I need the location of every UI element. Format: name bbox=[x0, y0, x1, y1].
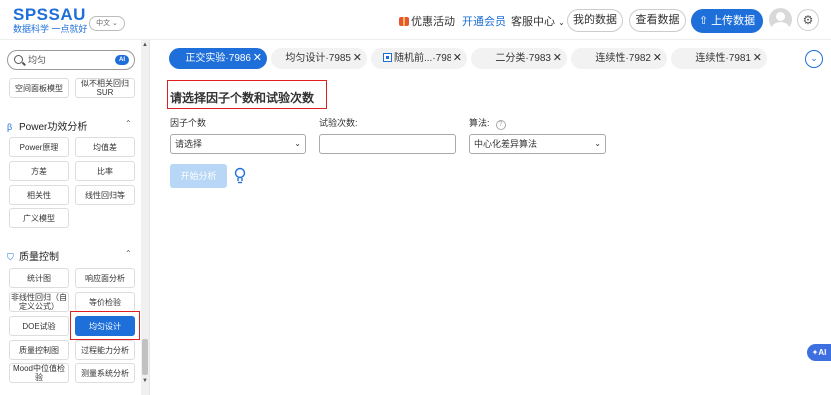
highlight-box bbox=[70, 311, 140, 340]
algorithm-value: 中心化差异算法 bbox=[474, 139, 538, 149]
language-label: 中文 bbox=[96, 20, 111, 27]
tab-label-wrap: 随机前...·7984 bbox=[383, 48, 451, 69]
service-menu[interactable]: 客服中心 ⌄ bbox=[511, 13, 565, 29]
scroll-thumb[interactable] bbox=[142, 339, 148, 375]
algorithm-select[interactable]: 中心化差异算法 ⌄ bbox=[469, 134, 606, 154]
close-icon[interactable]: ✕ bbox=[653, 48, 662, 69]
upload-icon: ⇧ bbox=[698, 15, 709, 27]
section-title: 质量控制 bbox=[19, 252, 59, 263]
trials-input[interactable] bbox=[319, 134, 456, 154]
trials-label: 试验次数: bbox=[319, 118, 358, 128]
scroll-down-icon[interactable]: ▼ bbox=[142, 378, 148, 384]
sidebar-item[interactable]: 非线性回归（自定义公式） bbox=[9, 292, 69, 312]
chevron-down-icon: ⌄ bbox=[294, 139, 301, 148]
chevron-up-icon[interactable]: ⌃ bbox=[125, 119, 132, 128]
sidebar-item[interactable]: 等价检验 bbox=[75, 292, 135, 312]
tab-random[interactable]: 随机前...·7984✕ bbox=[371, 48, 467, 69]
algorithm-label-wrap: 算法:? bbox=[469, 116, 506, 130]
chevron-down-icon: ⌄ bbox=[558, 18, 565, 27]
search-icon bbox=[14, 55, 23, 64]
algorithm-label: 算法: bbox=[469, 118, 490, 128]
ai-assistant-button[interactable]: ✦AI bbox=[807, 344, 831, 361]
sidebar-item[interactable]: 线性回归等 bbox=[75, 185, 135, 205]
tab-label: 二分类·7983 bbox=[495, 53, 551, 64]
sidebar-item[interactable]: 均值差 bbox=[75, 137, 135, 157]
sidebar-item[interactable]: DOE试验 bbox=[9, 316, 69, 336]
sidebar-item[interactable]: 统计图 bbox=[9, 268, 69, 288]
tab-continuous-2[interactable]: 连续性·7981 ✕ bbox=[671, 48, 767, 69]
chevron-up-icon[interactable]: ⌃ bbox=[125, 249, 132, 258]
factor-count-label: 因子个数 bbox=[170, 118, 207, 128]
logo-text: SPSSAU bbox=[13, 5, 86, 24]
tab-label: 正交实验·7986 bbox=[185, 53, 251, 64]
sidebar-item[interactable]: Power原理 bbox=[9, 137, 69, 157]
factor-count-select[interactable]: 请选择 ⌄ bbox=[170, 134, 306, 154]
gear-icon[interactable]: ⚙ bbox=[797, 9, 819, 31]
upload-data-button[interactable]: ⇧ 上传数据 bbox=[691, 9, 763, 33]
close-icon[interactable]: ✕ bbox=[553, 48, 562, 69]
close-icon[interactable]: ✕ bbox=[453, 48, 462, 69]
logo-slogan: 数据科学 一点就好 bbox=[13, 24, 88, 34]
close-icon[interactable]: ✕ bbox=[253, 48, 262, 69]
tab-orthogonal[interactable]: 正交实验·7986 ✕ bbox=[169, 48, 267, 69]
help-icon[interactable]: ? bbox=[495, 120, 506, 130]
tab-label: 连续性·7981 bbox=[695, 53, 751, 64]
tab-bar: 正交实验·7986✕ 均匀设计·7985✕ 随机前...·7984✕ 二分类·7… bbox=[157, 40, 831, 78]
section-power[interactable]: β Power功效分析 bbox=[7, 118, 87, 133]
close-icon[interactable]: ✕ bbox=[353, 48, 362, 69]
lightbulb-icon[interactable] bbox=[234, 167, 246, 185]
tab-label: 随机前...·7984 bbox=[394, 53, 451, 64]
beta-icon: β bbox=[7, 122, 13, 132]
sidebar-scrollbar[interactable]: ▲ ▼ bbox=[141, 40, 149, 395]
ai-label: AI bbox=[818, 348, 827, 357]
ai-badge[interactable]: AI bbox=[115, 55, 129, 65]
form-title: 请选择因子个数和试验次数 bbox=[170, 91, 315, 105]
tab-binary[interactable]: 二分类·7983 ✕ bbox=[471, 48, 567, 69]
sidebar-item[interactable]: 相关性 bbox=[9, 185, 69, 205]
scroll-up-icon[interactable]: ▲ bbox=[142, 42, 148, 48]
my-data-button[interactable]: 我的数据 bbox=[567, 9, 623, 32]
search-box[interactable]: AI bbox=[7, 50, 135, 70]
sidebar-item[interactable]: 比率 bbox=[75, 161, 135, 181]
document-icon bbox=[383, 53, 392, 62]
promo-label: 优惠活动 bbox=[411, 16, 455, 28]
sidebar-item[interactable]: 响应面分析 bbox=[75, 268, 135, 288]
section-title: Power功效分析 bbox=[19, 122, 88, 133]
sidebar-item[interactable]: 测量系统分析 bbox=[75, 363, 135, 383]
chevron-down-icon[interactable]: ⌄ bbox=[805, 50, 823, 68]
language-select[interactable]: 中文 ⌄ bbox=[89, 16, 125, 31]
factor-count-value: 请选择 bbox=[175, 139, 203, 149]
sidebar-item[interactable]: 方差 bbox=[9, 161, 69, 181]
tab-label: 均匀设计·7985 bbox=[285, 53, 351, 64]
close-icon[interactable]: ✕ bbox=[753, 48, 762, 69]
view-data-button[interactable]: 查看数据 bbox=[629, 9, 686, 32]
sidebar: AI 空间面板模型 似不相关回归SUR β Power功效分析 ⌃ Power原理… bbox=[0, 40, 150, 395]
upload-label: 上传数据 bbox=[711, 15, 756, 27]
search-input[interactable] bbox=[28, 54, 108, 64]
sidebar-item[interactable]: 质量控制图 bbox=[9, 340, 69, 360]
tab-label: 连续性·7982 bbox=[595, 53, 651, 64]
logo[interactable]: SPSSAU 数据科学 一点就好 bbox=[13, 6, 88, 35]
tab-continuous-1[interactable]: 连续性·7982 ✕ bbox=[571, 48, 667, 69]
promo-link[interactable]: 优惠活动 bbox=[399, 13, 455, 29]
tab-uniform-design[interactable]: 均匀设计·7985 ✕ bbox=[271, 48, 367, 69]
gift-icon bbox=[399, 17, 409, 26]
shield-icon: ⛉ bbox=[7, 252, 14, 262]
section-quality[interactable]: ⛉ 质量控制 bbox=[7, 248, 59, 263]
sidebar-item[interactable]: 广义模型 bbox=[9, 208, 69, 228]
chevron-down-icon: ⌄ bbox=[594, 139, 601, 148]
member-link[interactable]: 开通会员 bbox=[462, 13, 506, 29]
top-bar: SPSSAU 数据科学 一点就好 中文 ⌄ 优惠活动 开通会员 客服中心 ⌄ 我… bbox=[0, 0, 831, 40]
avatar[interactable] bbox=[769, 8, 792, 31]
sidebar-item[interactable]: 过程能力分析 bbox=[75, 340, 135, 360]
sidebar-item[interactable]: 空间面板模型 bbox=[9, 78, 69, 98]
start-analysis-button[interactable]: 开始分析 bbox=[170, 164, 227, 188]
sidebar-item[interactable]: 似不相关回归SUR bbox=[75, 78, 135, 98]
sidebar-item[interactable]: Mood中位值检验 bbox=[9, 363, 69, 383]
service-label: 客服中心 bbox=[511, 16, 555, 28]
